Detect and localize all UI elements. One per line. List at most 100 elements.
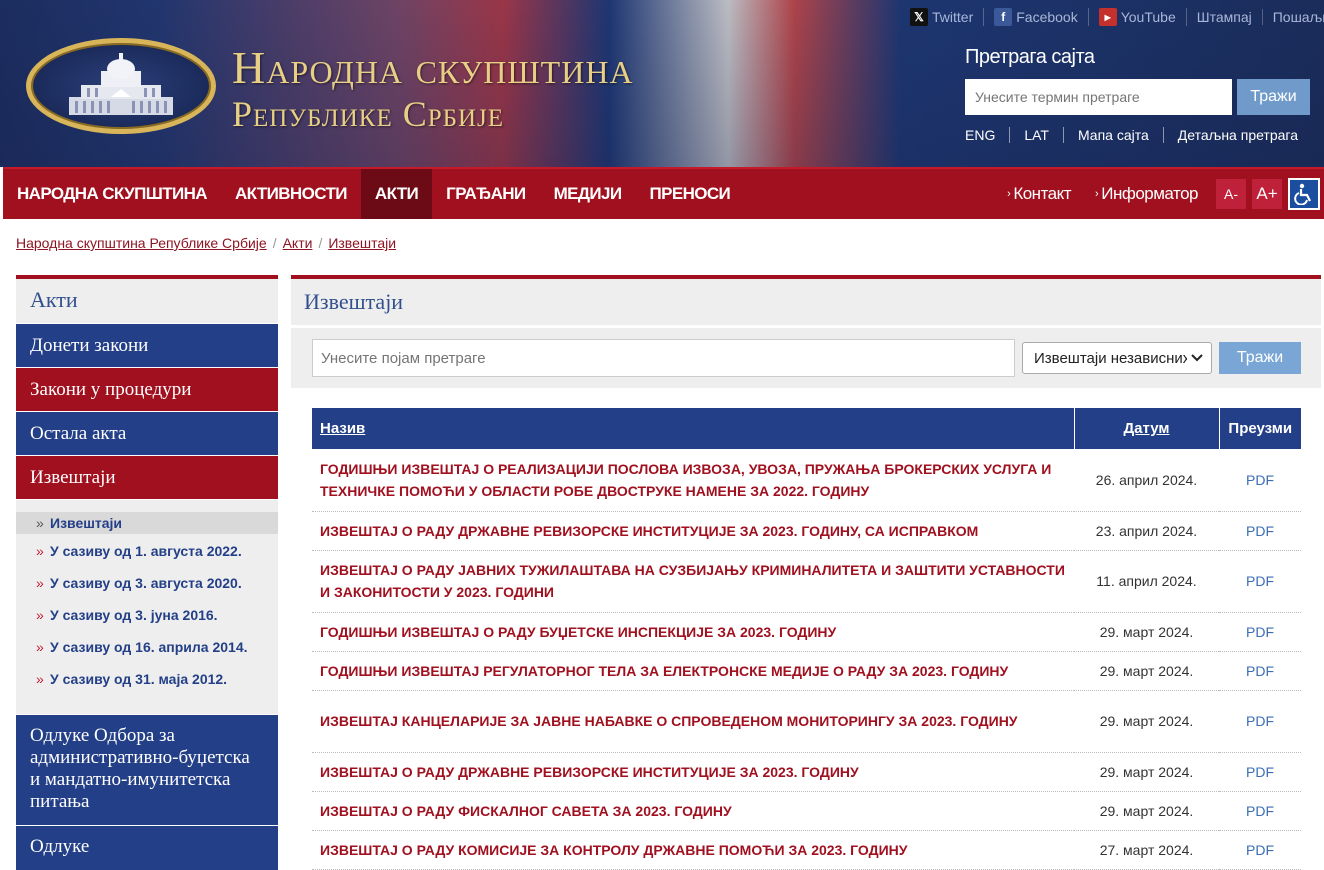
parliament-building-icon (69, 53, 173, 115)
chevron-down-icon (1191, 354, 1203, 362)
lat-link[interactable]: LAT (1010, 127, 1064, 143)
report-title-link[interactable]: ИЗВЕШТАЈ КАНЦЕЛАРИЈЕ ЗА ЈАВНЕ НАБАВКЕ О … (312, 690, 1074, 753)
report-search-input[interactable] (312, 339, 1015, 377)
pdf-download-link[interactable]: PDF (1219, 612, 1301, 652)
advanced-search-link[interactable]: Детаљна претрага (1164, 127, 1298, 143)
column-header-download: Преузми (1219, 408, 1301, 449)
main-content: Извештаји Извештаји независних Тражи Наз… (291, 275, 1321, 870)
submenu-item-2014[interactable]: » У сазиву од 16. априла 2014. (16, 636, 278, 658)
breadcrumb-separator: / (272, 235, 277, 251)
report-type-select[interactable]: Извештаји независних (1022, 342, 1212, 374)
site-search-button[interactable]: Тражи (1237, 79, 1310, 115)
column-header-date[interactable]: Датум (1074, 408, 1220, 449)
breadcrumb-separator: / (318, 235, 323, 251)
site-header: Народна скупштина Републике Србије 𝕏 Twi… (0, 0, 1324, 167)
report-title-link[interactable]: ГОДИШЊИ ИЗВЕШТАЈ О РЕАЛИЗАЦИЈИ ПОСЛОВА И… (312, 449, 1074, 512)
report-title-link[interactable]: ГОДИШЊИ ИЗВЕШТАЈ РЕГУЛАТОРНОГ ТЕЛА ЗА ЕЛ… (312, 651, 1074, 691)
table-row: ГОДИШЊИ ИЗВЕШТАЈ О РЕАЛИЗАЦИЈИ ПОСЛОВА И… (312, 449, 1301, 512)
pdf-download-link[interactable]: PDF (1219, 651, 1301, 691)
submenu-item-2022[interactable]: » У сазиву од 1. августа 2022. (16, 540, 278, 562)
report-date: 11. април 2024. (1074, 550, 1219, 613)
x-icon: 𝕏 (910, 8, 928, 26)
twitter-label: Twitter (932, 9, 974, 25)
report-title-link[interactable]: ИЗВЕШТАЈ О РАДУ ЈАВНИХ ТУЖИЛАШТАВА НА СУ… (312, 550, 1074, 613)
pdf-download-link[interactable]: PDF (1219, 690, 1301, 753)
eng-link[interactable]: ENG (965, 127, 1011, 143)
breadcrumb-home[interactable]: Народна скупштина Републике Србије (16, 235, 267, 251)
report-title-link[interactable]: ИЗВЕШТАЈ О РАДУ КОМИСИЈЕ ЗА КОНТРОЛУ ДРЖ… (312, 830, 1074, 870)
report-date: 26. април 2024. (1074, 449, 1219, 512)
facebook-link[interactable]: f Facebook (984, 8, 1089, 26)
twitter-link[interactable]: 𝕏 Twitter (900, 8, 985, 26)
pdf-download-link[interactable]: PDF (1219, 550, 1301, 613)
double-chevron-icon: » (36, 639, 44, 655)
double-chevron-icon: » (36, 515, 44, 531)
sidebar-item-other-acts[interactable]: Остала акта (16, 412, 278, 455)
pdf-download-link[interactable]: PDF (1219, 449, 1301, 512)
pdf-download-link[interactable]: PDF (1219, 830, 1301, 870)
reports-table: Назив Датум Преузми ГОДИШЊИ ИЗВЕШТАЈ О Р… (312, 408, 1301, 870)
pdf-download-link[interactable]: PDF (1219, 752, 1301, 792)
report-title-link[interactable]: ИЗВЕШТАЈ О РАДУ ФИСКАЛНОГ САВЕТА ЗА 2023… (312, 791, 1074, 831)
site-title-line2: Републике Србије (232, 94, 505, 134)
report-date: 27. март 2024. (1074, 830, 1219, 870)
report-title-link[interactable]: ИЗВЕШТАЈ О РАДУ ДРЖАВНЕ РЕВИЗОРСКЕ ИНСТИ… (312, 752, 1074, 792)
nav-item-activities[interactable]: АКТИВНОСТИ (221, 169, 361, 219)
parliament-logo[interactable] (26, 38, 216, 134)
table-row: ИЗВЕШТАЈ О РАДУ КОМИСИЈЕ ЗА КОНТРОЛУ ДРЖ… (312, 830, 1301, 870)
table-row: ГОДИШЊИ ИЗВЕШТАЈ РЕГУЛАТОРНОГ ТЕЛА ЗА ЕЛ… (312, 651, 1301, 691)
report-date: 23. април 2024. (1074, 511, 1219, 551)
nav-item-media[interactable]: МЕДИЈИ (540, 169, 636, 219)
sidebar-item-adopted-laws[interactable]: Донети закони (16, 324, 278, 367)
report-title-link[interactable]: ИЗВЕШТАЈ О РАДУ ДРЖАВНЕ РЕВИЗОРСКЕ ИНСТИ… (312, 511, 1074, 551)
nav-item-citizens[interactable]: ГРАЂАНИ (432, 169, 539, 219)
report-search-button[interactable]: Тражи (1219, 342, 1301, 374)
sidebar-item-committee-decisions[interactable]: Одлуке Одбора за административно-буџетск… (16, 715, 278, 825)
submenu-item-reports[interactable]: » Извештаји (16, 512, 278, 534)
page-title: Извештаји (291, 275, 1321, 325)
chevron-right-icon: › (1007, 188, 1011, 200)
sitemap-link[interactable]: Мапа сајта (1064, 127, 1164, 143)
nav-item-parliament[interactable]: НАРОДНА СКУПШТИНА (3, 169, 221, 219)
pdf-download-link[interactable]: PDF (1219, 791, 1301, 831)
contact-link[interactable]: › Контакт (995, 184, 1083, 204)
report-date: 29. март 2024. (1074, 651, 1219, 691)
nav-item-acts[interactable]: АКТИ (360, 169, 433, 219)
double-chevron-icon: » (36, 671, 44, 687)
sidebar-item-decisions[interactable]: Одлуке (16, 826, 278, 870)
accessibility-button[interactable] (1288, 178, 1320, 210)
site-title[interactable]: Народна скупштина Републике Србије (232, 42, 634, 134)
print-link[interactable]: Штампај (1187, 9, 1263, 25)
table-row: ИЗВЕШТАЈ О РАДУ ДРЖАВНЕ РЕВИЗОРСКЕ ИНСТИ… (312, 511, 1301, 551)
font-smaller-button[interactable]: A- (1216, 179, 1246, 209)
column-header-title[interactable]: Назив (312, 408, 1075, 449)
breadcrumb-acts[interactable]: Акти (283, 235, 313, 251)
submenu-item-2012[interactable]: » У сазиву од 31. маја 2012. (16, 668, 278, 690)
site-title-line1: Народна скупштина (232, 42, 634, 93)
pdf-download-link[interactable]: PDF (1219, 511, 1301, 551)
sidebar-item-laws-in-procedure[interactable]: Закони у процедури (16, 368, 278, 411)
site-search-input[interactable] (965, 79, 1232, 115)
font-larger-button[interactable]: A+ (1252, 179, 1282, 209)
sidebar-title: Акти (16, 275, 278, 323)
social-links: 𝕏 Twitter f Facebook ▶ YouTube Штампај П… (900, 8, 1324, 26)
table-row: ИЗВЕШТАЈ КАНЦЕЛАРИЈЕ ЗА ЈАВНЕ НАБАВКЕ О … (312, 690, 1301, 753)
send-link[interactable]: Пошаљи (1263, 9, 1324, 25)
main-nav: НАРОДНА СКУПШТИНА АКТИВНОСТИ АКТИ ГРАЂАН… (3, 167, 1324, 219)
print-label: Штампај (1196, 9, 1252, 25)
informator-link[interactable]: › Информатор (1083, 184, 1210, 204)
informator-label: Информатор (1101, 184, 1198, 203)
report-title-link[interactable]: ГОДИШЊИ ИЗВЕШТАЈ О РАДУ БУЏЕТСКЕ ИНСПЕКЦ… (312, 612, 1074, 652)
youtube-link[interactable]: ▶ YouTube (1089, 8, 1187, 26)
table-header-row: Назив Датум Преузми (312, 408, 1301, 449)
report-date: 29. март 2024. (1074, 612, 1219, 652)
sidebar-item-reports[interactable]: Извештаји (16, 456, 278, 499)
double-chevron-icon: » (36, 543, 44, 559)
nav-item-broadcasts[interactable]: ПРЕНОСИ (635, 169, 744, 219)
submenu-item-2016[interactable]: » У сазиву од 3. јуна 2016. (16, 604, 278, 626)
submenu-item-2020[interactable]: » У сазиву од 3. августа 2020. (16, 572, 278, 594)
send-label: Пошаљи (1272, 9, 1324, 25)
breadcrumb-reports[interactable]: Извештаји (328, 235, 396, 251)
chevron-right-icon: › (1095, 188, 1099, 200)
report-date: 29. март 2024. (1074, 791, 1219, 831)
